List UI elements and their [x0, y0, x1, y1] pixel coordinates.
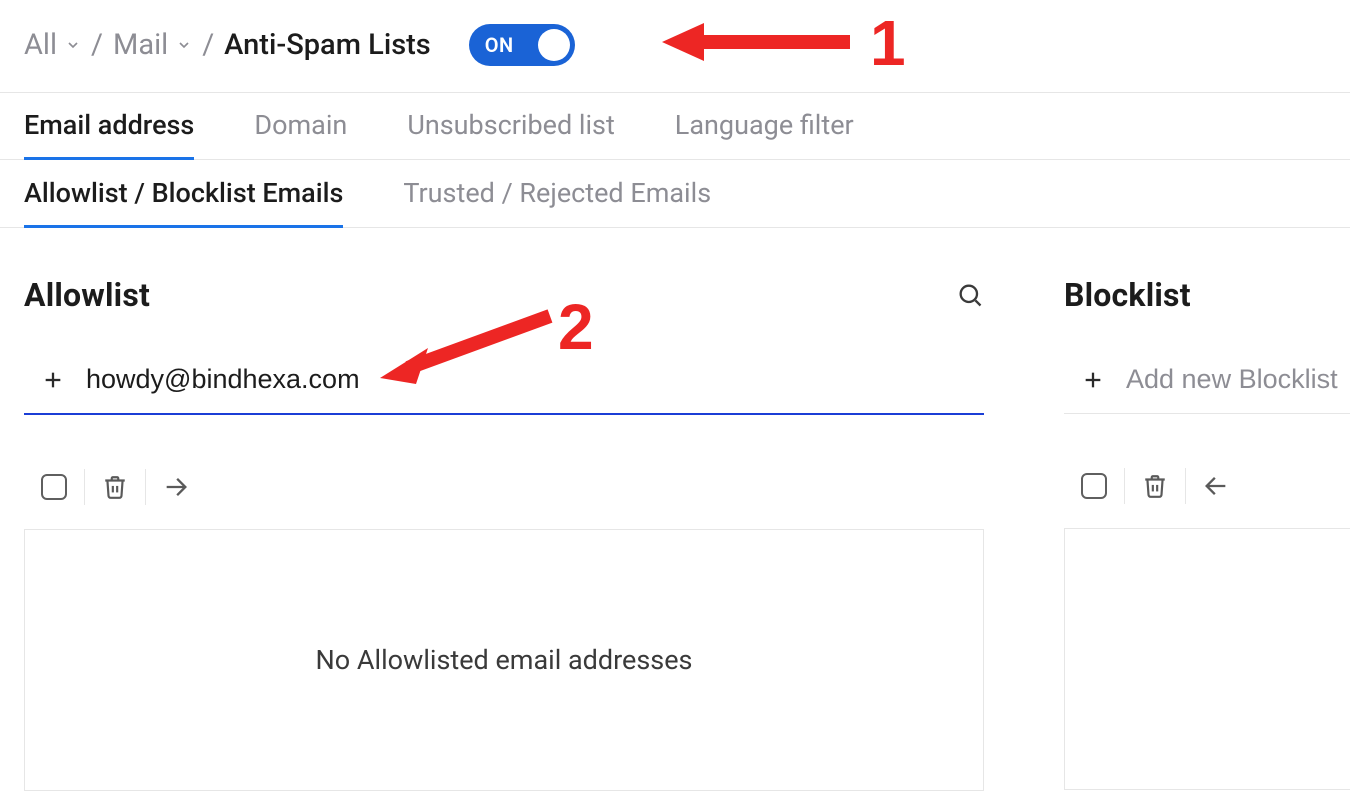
arrow-right-icon: [162, 473, 190, 501]
allowlist-panel: Allowlist No Allowlisted email addresses: [24, 228, 984, 791]
breadcrumb-separator: /: [202, 28, 214, 62]
tab-label: Language filter: [675, 109, 854, 141]
tab-label: Allowlist / Blocklist Emails: [24, 177, 343, 209]
plus-icon[interactable]: [1082, 369, 1104, 391]
tab-language-filter[interactable]: Language filter: [675, 93, 854, 159]
breadcrumb-separator: /: [91, 28, 103, 62]
allowlist-title: Allowlist: [24, 276, 150, 314]
plus-icon[interactable]: [42, 369, 64, 391]
breadcrumb: All / Mail / Anti-Spam Lists ON: [0, 0, 1350, 92]
search-button[interactable]: [956, 281, 984, 309]
trash-icon: [1142, 473, 1168, 499]
blocklist-toolbar: [1064, 466, 1350, 506]
chevron-down-icon: [176, 37, 192, 53]
antispam-toggle[interactable]: ON: [469, 24, 575, 66]
delete-button[interactable]: [1125, 466, 1185, 506]
tabs-secondary: Allowlist / Blocklist Emails Trusted / R…: [0, 160, 1350, 228]
breadcrumb-all[interactable]: All: [24, 28, 81, 62]
arrow-left-icon: [1202, 472, 1230, 500]
select-all-checkbox[interactable]: [24, 467, 84, 507]
move-left-button[interactable]: [1186, 466, 1246, 506]
tab-label: Email address: [24, 109, 194, 141]
delete-button[interactable]: [85, 467, 145, 507]
tab-trusted-rejected[interactable]: Trusted / Rejected Emails: [403, 161, 711, 227]
tab-unsubscribed-list[interactable]: Unsubscribed list: [407, 93, 614, 159]
allowlist-empty-message: No Allowlisted email addresses: [316, 644, 693, 676]
breadcrumb-all-label: All: [24, 28, 57, 62]
blocklist-add-row: [1064, 358, 1350, 414]
search-icon: [956, 281, 984, 309]
toggle-knob: [538, 29, 570, 61]
panels-container: Allowlist No Allowlisted email addresses: [0, 228, 1350, 791]
tab-label: Unsubscribed list: [407, 109, 614, 141]
tab-allowlist-blocklist[interactable]: Allowlist / Blocklist Emails: [24, 161, 343, 227]
chevron-down-icon: [65, 37, 81, 53]
allowlist-list: No Allowlisted email addresses: [24, 529, 984, 791]
breadcrumb-current: Anti-Spam Lists: [224, 28, 431, 62]
breadcrumb-mail-label: Mail: [113, 28, 168, 62]
allowlist-input[interactable]: [86, 358, 984, 401]
breadcrumb-mail[interactable]: Mail: [113, 28, 192, 62]
blocklist-input[interactable]: [1126, 358, 1350, 401]
allowlist-add-row: [24, 358, 984, 415]
tab-label: Domain: [254, 109, 347, 141]
move-right-button[interactable]: [146, 467, 206, 507]
tab-domain[interactable]: Domain: [254, 93, 347, 159]
blocklist-list: [1064, 528, 1350, 790]
blocklist-title: Blocklist: [1064, 276, 1191, 314]
checkbox-icon: [1081, 473, 1107, 499]
toggle-label: ON: [485, 33, 514, 57]
tab-email-address[interactable]: Email address: [24, 93, 194, 159]
tab-label: Trusted / Rejected Emails: [403, 177, 711, 209]
tabs-primary: Email address Domain Unsubscribed list L…: [0, 92, 1350, 160]
checkbox-icon: [41, 474, 67, 500]
select-all-checkbox[interactable]: [1064, 466, 1124, 506]
allowlist-toolbar: [24, 467, 984, 507]
trash-icon: [102, 474, 128, 500]
blocklist-panel: Blocklist: [1064, 228, 1350, 791]
